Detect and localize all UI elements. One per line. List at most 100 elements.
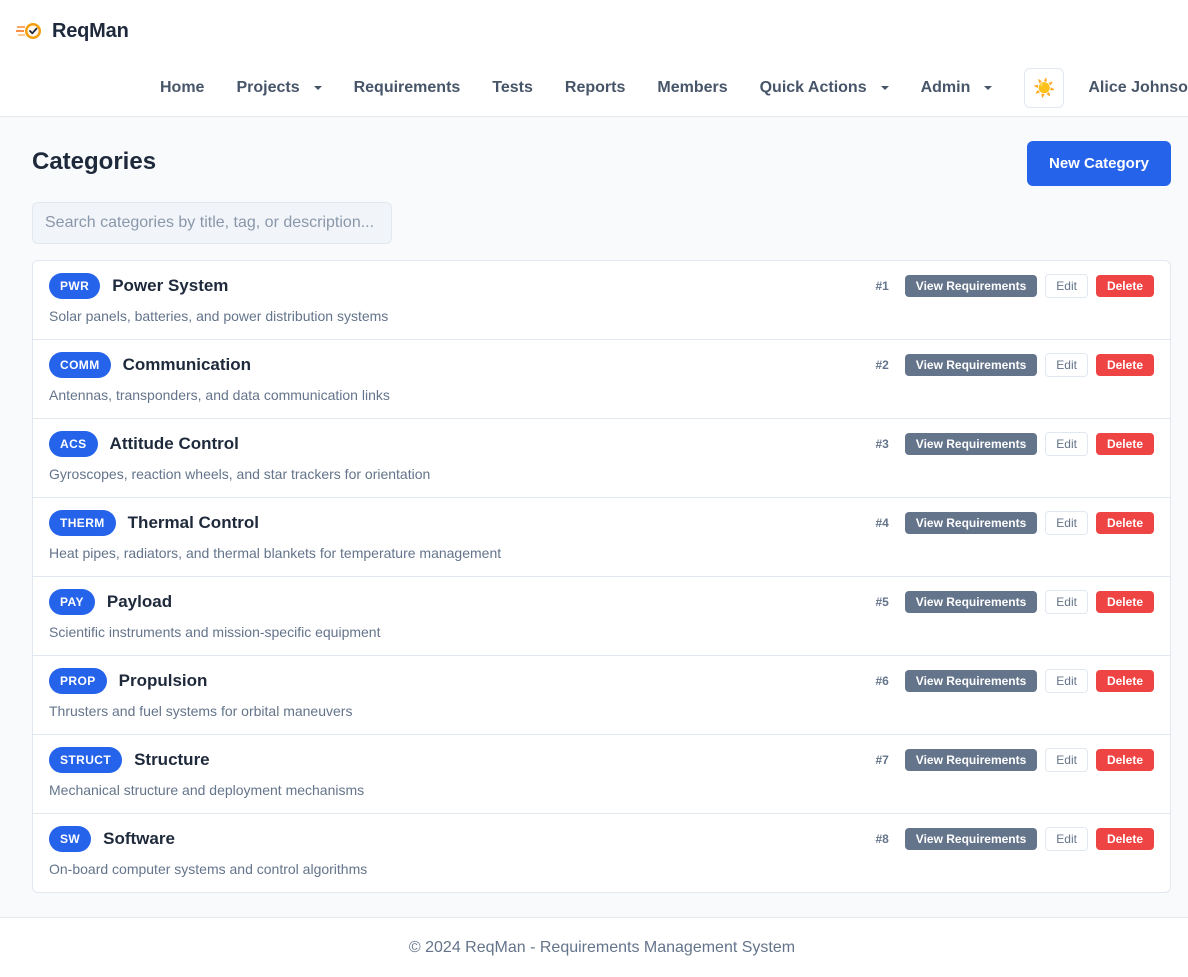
view-requirements-button[interactable]: View Requirements: [904, 512, 1038, 534]
category-header: PAY Payload: [49, 589, 172, 615]
edit-button[interactable]: Edit: [1045, 432, 1088, 456]
category-description: Antennas, transponders, and data communi…: [49, 387, 390, 403]
main-nav: Home Projects Requirements Tests Reports…: [144, 68, 1188, 108]
category-title: Communication: [122, 355, 252, 374]
page-title: Categories: [32, 148, 157, 175]
edit-button[interactable]: Edit: [1045, 748, 1088, 772]
brand-name: ReqMan: [52, 19, 129, 42]
footer: © 2024 ReqMan - Requirements Management …: [0, 917, 1188, 977]
category-row: SW Software On-board computer systems an…: [33, 814, 1170, 892]
category-tag-badge: SW: [49, 826, 92, 852]
category-id: #5: [875, 595, 889, 609]
category-title: Thermal Control: [127, 513, 259, 532]
category-id: #2: [875, 358, 889, 372]
category-actions: #5 View Requirements Edit Delete: [875, 590, 1154, 614]
view-requirements-button[interactable]: View Requirements: [904, 354, 1038, 376]
view-requirements-button[interactable]: View Requirements: [904, 828, 1038, 850]
caret-down-icon: [984, 86, 993, 90]
category-header: SW Software: [49, 826, 175, 852]
caret-down-icon: [880, 86, 889, 90]
edit-button[interactable]: Edit: [1045, 511, 1088, 535]
view-requirements-button[interactable]: View Requirements: [904, 749, 1038, 771]
category-title: Software: [103, 829, 175, 848]
category-description: Thrusters and fuel systems for orbital m…: [49, 703, 353, 719]
category-description: On-board computer systems and control al…: [49, 861, 368, 877]
category-actions: #2 View Requirements Edit Delete: [875, 353, 1154, 377]
edit-button[interactable]: Edit: [1045, 827, 1088, 851]
view-requirements-button[interactable]: View Requirements: [904, 275, 1038, 297]
category-list: PWR Power System Solar panels, batteries…: [32, 260, 1171, 893]
footer-text: © 2024 ReqMan - Requirements Management …: [408, 938, 796, 956]
category-header: THERM Thermal Control: [49, 510, 259, 536]
nav-home[interactable]: Home: [144, 68, 220, 108]
category-tag-badge: COMM: [49, 352, 111, 378]
nav-requirements[interactable]: Requirements: [338, 68, 477, 108]
category-row: PAY Payload Scientific instruments and m…: [33, 577, 1170, 656]
nav-reports[interactable]: Reports: [549, 68, 641, 108]
edit-button[interactable]: Edit: [1045, 274, 1088, 298]
edit-button[interactable]: Edit: [1045, 669, 1088, 693]
category-header: PWR Power System: [49, 273, 228, 299]
nav-label: Tests: [492, 79, 533, 96]
edit-button[interactable]: Edit: [1045, 353, 1088, 377]
category-tag-badge: ACS: [49, 431, 98, 457]
category-actions: #7 View Requirements Edit Delete: [875, 748, 1154, 772]
user-menu[interactable]: Alice Johnson: [1072, 68, 1188, 108]
category-row: PWR Power System Solar panels, batteries…: [33, 261, 1170, 340]
category-row: ACS Attitude Control Gyroscopes, reactio…: [33, 419, 1170, 498]
category-description: Solar panels, batteries, and power distr…: [49, 308, 389, 324]
category-row: COMM Communication Antennas, transponder…: [33, 340, 1170, 419]
category-actions: #6 View Requirements Edit Delete: [875, 669, 1154, 693]
theme-toggle-button[interactable]: ☀️: [1024, 68, 1065, 108]
delete-button[interactable]: Delete: [1095, 828, 1154, 850]
nav-label: Requirements: [353, 79, 461, 96]
delete-button[interactable]: Delete: [1095, 275, 1154, 297]
category-tag-badge: PAY: [49, 589, 95, 615]
category-id: #4: [875, 516, 889, 530]
nav-label: Admin: [920, 79, 971, 96]
edit-button[interactable]: Edit: [1045, 590, 1088, 614]
category-id: #3: [875, 437, 889, 451]
delete-button[interactable]: Delete: [1095, 749, 1154, 771]
delete-button[interactable]: Delete: [1095, 670, 1154, 692]
category-row: STRUCT Structure Mechanical structure an…: [33, 735, 1170, 814]
category-header: STRUCT Structure: [49, 747, 210, 773]
top-navbar: ReqMan Home Projects Requirements Tests …: [0, 0, 1188, 117]
view-requirements-button[interactable]: View Requirements: [904, 433, 1038, 455]
search-input[interactable]: [32, 202, 392, 244]
nav-tests[interactable]: Tests: [476, 68, 549, 108]
category-description: Gyroscopes, reaction wheels, and star tr…: [49, 466, 431, 482]
category-header: PROP Propulsion: [49, 668, 207, 694]
category-tag-badge: STRUCT: [49, 747, 123, 773]
view-requirements-button[interactable]: View Requirements: [904, 591, 1038, 613]
nav-admin[interactable]: Admin: [905, 68, 1009, 108]
category-row: THERM Thermal Control Heat pipes, radiat…: [33, 498, 1170, 577]
delete-button[interactable]: Delete: [1095, 433, 1154, 455]
category-title: Payload: [106, 592, 173, 611]
brand[interactable]: ReqMan: [16, 18, 129, 44]
nav-quick-actions[interactable]: Quick Actions: [744, 68, 905, 108]
delete-button[interactable]: Delete: [1095, 354, 1154, 376]
category-id: #8: [875, 832, 889, 846]
caret-down-icon: [313, 86, 322, 90]
delete-button[interactable]: Delete: [1095, 512, 1154, 534]
nav-projects[interactable]: Projects: [220, 68, 337, 108]
category-actions: #1 View Requirements Edit Delete: [875, 274, 1154, 298]
sun-icon: ☀️: [1033, 77, 1056, 98]
view-requirements-button[interactable]: View Requirements: [904, 670, 1038, 692]
category-actions: #8 View Requirements Edit Delete: [875, 827, 1154, 851]
delete-button[interactable]: Delete: [1095, 591, 1154, 613]
category-id: #6: [875, 674, 889, 688]
category-title: Propulsion: [118, 671, 208, 690]
category-tag-badge: PROP: [49, 668, 107, 694]
nav-label: Reports: [564, 79, 626, 96]
new-category-button[interactable]: New Category: [1027, 141, 1171, 186]
user-name: Alice Johnson: [1088, 79, 1188, 96]
rocket-check-icon: [16, 23, 41, 39]
category-title: Structure: [134, 750, 210, 769]
category-row: PROP Propulsion Thrusters and fuel syste…: [33, 656, 1170, 735]
category-header: ACS Attitude Control: [49, 431, 239, 457]
category-description: Heat pipes, radiators, and thermal blank…: [49, 545, 502, 561]
category-description: Scientific instruments and mission-speci…: [49, 624, 381, 640]
nav-members[interactable]: Members: [641, 68, 743, 108]
